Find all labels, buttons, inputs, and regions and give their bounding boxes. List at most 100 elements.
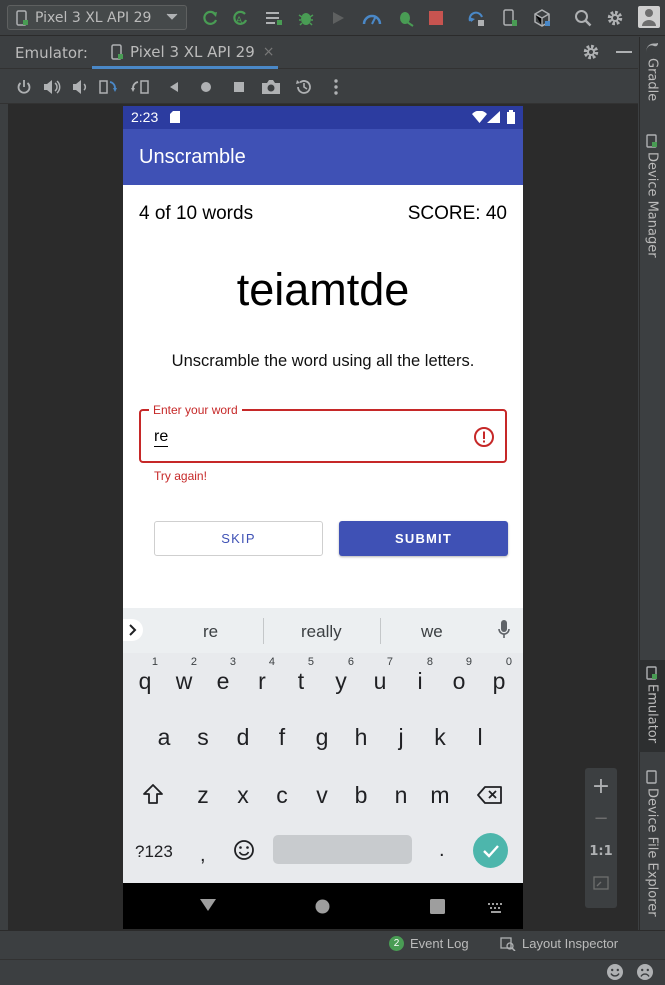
avd-manager-icon[interactable] bbox=[500, 8, 520, 28]
word-input-value[interactable]: re bbox=[154, 428, 169, 447]
feedback-sad-icon[interactable] bbox=[636, 963, 654, 981]
profiler-icon[interactable] bbox=[362, 8, 382, 28]
sdk-manager-icon[interactable] bbox=[532, 8, 552, 28]
key-v[interactable]: v bbox=[304, 775, 340, 815]
key-h[interactable]: h bbox=[343, 717, 379, 757]
user-icon[interactable] bbox=[638, 6, 660, 28]
tab-device-file-explorer[interactable]: Device File Explorer bbox=[639, 770, 665, 920]
screenshot-icon[interactable] bbox=[261, 77, 281, 97]
back-icon[interactable] bbox=[164, 77, 184, 97]
zoom-actual-size-button[interactable]: 1:1 bbox=[585, 844, 617, 859]
key-number-hint: 3 bbox=[229, 656, 236, 668]
overview-icon[interactable] bbox=[229, 77, 249, 97]
comma-key[interactable]: , bbox=[200, 844, 206, 867]
apply-code-changes-icon[interactable]: A bbox=[230, 8, 250, 28]
key-w[interactable]: 2w bbox=[166, 656, 202, 701]
snapshot-icon[interactable] bbox=[294, 77, 314, 97]
rotate-right-icon[interactable] bbox=[130, 77, 150, 97]
key-g[interactable]: g bbox=[304, 717, 340, 757]
key-z[interactable]: z bbox=[185, 775, 221, 815]
key-d[interactable]: d bbox=[225, 717, 261, 757]
device-screen[interactable]: 2:23 Unscramble 4 of 10 words SCORE: 40 … bbox=[123, 106, 523, 929]
zoom-out-button[interactable]: − bbox=[585, 808, 617, 829]
key-y[interactable]: 6y bbox=[323, 656, 359, 701]
key-k[interactable]: k bbox=[422, 717, 458, 757]
zoom-in-button[interactable]: + bbox=[585, 774, 617, 799]
suggestion-item[interactable]: re bbox=[203, 622, 218, 642]
feedback-happy-icon[interactable] bbox=[606, 963, 624, 981]
suggestion-item[interactable]: we bbox=[421, 622, 443, 642]
symbols-key[interactable]: ?123 bbox=[135, 842, 173, 862]
key-t[interactable]: 5t bbox=[283, 656, 319, 701]
wifi-icon bbox=[472, 111, 487, 123]
skip-button[interactable]: SKIP bbox=[154, 521, 323, 556]
key-p[interactable]: 0p bbox=[481, 656, 517, 701]
key-i[interactable]: 8i bbox=[402, 656, 438, 701]
key-q[interactable]: 1q bbox=[127, 656, 163, 701]
volume-down-icon[interactable] bbox=[70, 77, 90, 97]
space-key[interactable] bbox=[273, 835, 412, 864]
key-s[interactable]: s bbox=[185, 717, 221, 757]
nav-overview-icon[interactable] bbox=[430, 899, 445, 914]
navigation-bar bbox=[123, 883, 523, 929]
signal-icon bbox=[487, 111, 500, 123]
key-x[interactable]: x bbox=[225, 775, 261, 815]
word-input-field[interactable] bbox=[139, 409, 507, 463]
emoji-key[interactable] bbox=[233, 839, 255, 861]
key-e[interactable]: 3e bbox=[205, 656, 241, 701]
settings-icon[interactable] bbox=[605, 8, 625, 28]
volume-up-icon[interactable] bbox=[42, 77, 62, 97]
key-number-hint: 6 bbox=[347, 656, 354, 668]
key-r[interactable]: 4r bbox=[244, 656, 280, 701]
period-key[interactable]: . bbox=[439, 839, 445, 862]
apply-changes-icon[interactable] bbox=[200, 8, 220, 28]
tab-emulator[interactable]: Emulator bbox=[639, 660, 665, 752]
nav-home-icon[interactable] bbox=[315, 899, 330, 914]
stop-icon[interactable] bbox=[426, 8, 446, 28]
minimize-icon[interactable] bbox=[616, 51, 632, 53]
event-log-button[interactable]: 2 Event Log bbox=[389, 936, 469, 951]
key-l[interactable]: l bbox=[462, 717, 498, 757]
sync-icon[interactable] bbox=[466, 8, 486, 28]
key-u[interactable]: 7u bbox=[362, 656, 398, 701]
key-m[interactable]: m bbox=[422, 775, 458, 815]
key-f[interactable]: f bbox=[264, 717, 300, 757]
key-b[interactable]: b bbox=[343, 775, 379, 815]
debug-icon[interactable] bbox=[296, 8, 316, 28]
more-options-icon[interactable] bbox=[326, 77, 346, 97]
search-icon[interactable] bbox=[573, 8, 593, 28]
rotate-left-icon[interactable] bbox=[98, 77, 118, 97]
key-n[interactable]: n bbox=[383, 775, 419, 815]
key-a[interactable]: a bbox=[146, 717, 182, 757]
tab-gradle[interactable]: Gradle bbox=[639, 42, 665, 122]
close-icon[interactable]: × bbox=[263, 44, 275, 60]
key-o[interactable]: 9o bbox=[441, 656, 477, 701]
key-c[interactable]: c bbox=[264, 775, 300, 815]
zoom-fit-icon[interactable] bbox=[593, 876, 609, 890]
tab-pixel-3-xl-api-29[interactable]: Pixel 3 XL API 29 × bbox=[92, 37, 278, 69]
tab-label: Pixel 3 XL API 29 bbox=[130, 42, 255, 61]
microphone-icon[interactable] bbox=[498, 620, 510, 640]
nav-back-icon[interactable] bbox=[199, 898, 217, 912]
layout-inspector-icon bbox=[500, 936, 516, 951]
submit-button[interactable]: SUBMIT bbox=[339, 521, 508, 556]
home-icon[interactable] bbox=[196, 77, 216, 97]
device-selector-dropdown[interactable]: Pixel 3 XL API 29 bbox=[7, 5, 187, 30]
attach-debugger-icon[interactable] bbox=[395, 8, 415, 28]
logcat-icon[interactable] bbox=[264, 8, 284, 28]
settings-icon[interactable] bbox=[582, 43, 600, 61]
chevron-right-icon[interactable] bbox=[123, 619, 143, 641]
backspace-key[interactable] bbox=[477, 786, 503, 804]
enter-key[interactable] bbox=[473, 833, 508, 868]
key-letter: e bbox=[216, 668, 230, 694]
tab-device-manager[interactable]: Device Manager bbox=[639, 134, 665, 264]
keyboard-switch-icon[interactable] bbox=[488, 903, 504, 913]
suggestion-divider bbox=[380, 618, 381, 644]
profile-icon[interactable] bbox=[329, 8, 349, 28]
shift-key[interactable] bbox=[142, 783, 164, 805]
key-j[interactable]: j bbox=[383, 717, 419, 757]
power-icon[interactable] bbox=[14, 77, 34, 97]
suggestion-item[interactable]: really bbox=[301, 622, 342, 642]
key-number-hint: 1 bbox=[151, 656, 158, 668]
layout-inspector-button[interactable]: Layout Inspector bbox=[500, 936, 618, 951]
